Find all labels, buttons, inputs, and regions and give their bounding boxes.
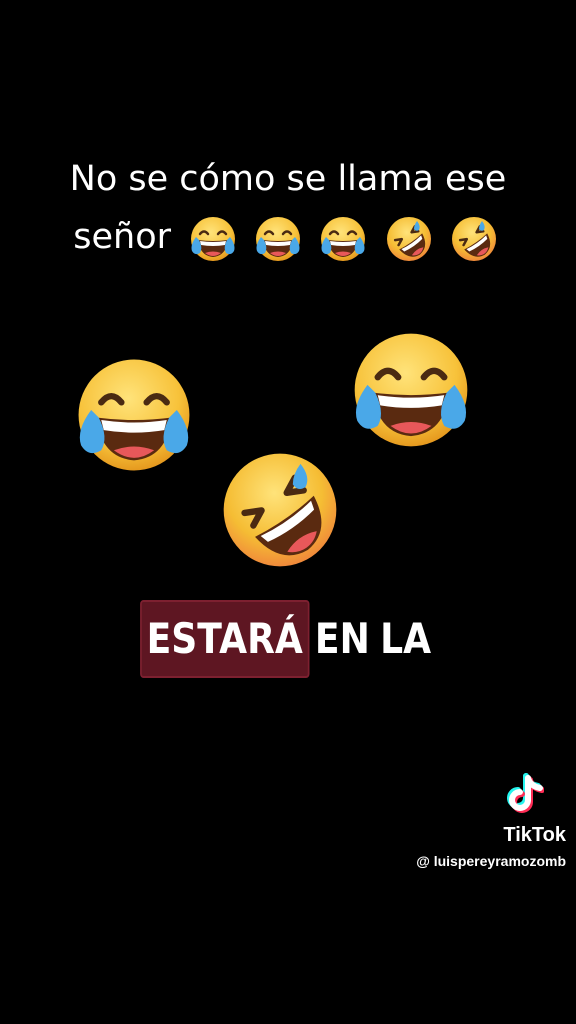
- subtitle-word: LA: [380, 614, 432, 663]
- subtitle-highlighted-word: ESTARÁ: [139, 600, 310, 678]
- tiktok-watermark: TikTok @ luispereyramozomb: [366, 772, 566, 869]
- subtitle: ESTARÁ EN LA: [40, 600, 535, 678]
- caption-line-2: señor: [0, 208, 576, 267]
- caption-word: señor: [73, 217, 172, 257]
- creator-handle: @ luispereyramozomb: [416, 853, 566, 869]
- rolling-laughing-icon: [384, 214, 434, 264]
- rolling-laughing-icon: [216, 446, 344, 574]
- rolling-laughing-icon: [449, 214, 499, 264]
- tears-of-joy-icon: [253, 214, 303, 264]
- tears-of-joy-icon: [66, 352, 202, 478]
- tears-of-joy-icon: [342, 326, 480, 454]
- tears-of-joy-icon: [188, 214, 238, 264]
- tears-of-joy-icon: [318, 214, 368, 264]
- caption-line-1: No se cómo se llama ese: [69, 159, 507, 199]
- caption-text: No se cómo se llama ese señor: [0, 150, 576, 267]
- tiktok-brand-name: TikTok: [503, 824, 566, 846]
- tiktok-note-icon: [507, 773, 544, 813]
- subtitle-word: EN: [314, 614, 370, 663]
- caption-emoji-row: [188, 209, 503, 267]
